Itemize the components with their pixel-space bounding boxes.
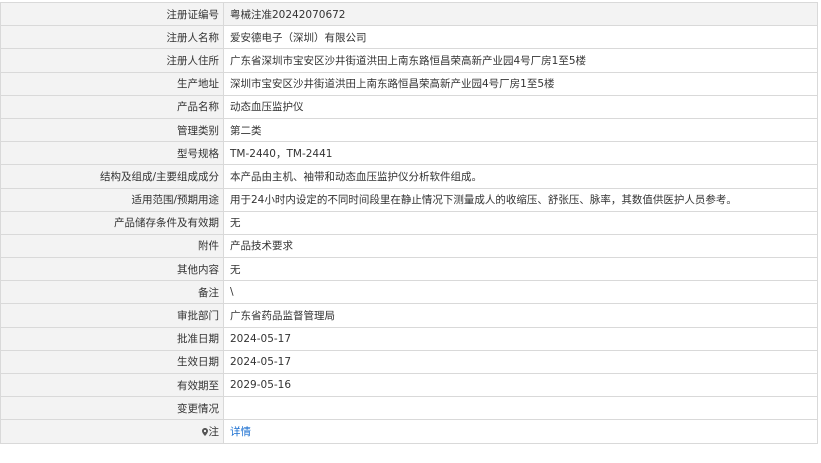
details-link[interactable]: 详情: [230, 426, 251, 438]
field-label: 管理类别: [0, 117, 224, 143]
table-row: 备注 \: [0, 280, 818, 305]
note-value-cell: 详情: [223, 419, 818, 444]
table-row: 注册人住所 广东省深圳市宝安区沙井街道洪田上南东路恒昌荣高新产业园4号厂房1至5…: [0, 48, 818, 73]
table-row: 注册人名称 爱安德电子（深圳）有限公司: [0, 25, 818, 50]
table-row: 产品名称 动态血压监护仪: [0, 94, 818, 119]
field-label: 产品储存条件及有效期: [0, 210, 224, 235]
table-row: 适用范围/预期用途 用于24小时内设定的不同时间段里在静止情况下测量成人的收缩压…: [0, 187, 818, 212]
field-label: 注册人住所: [0, 48, 224, 73]
effective-date-value: 2024-05-17: [223, 349, 818, 375]
registrant-address-value: 广东省深圳市宝安区沙井街道洪田上南东路恒昌荣高新产业园4号厂房1至5楼: [223, 48, 818, 73]
registration-detail-table: 注册证编号 粤械注准20242070672 注册人名称 爱安德电子（深圳）有限公…: [0, 1, 818, 444]
field-label: 有效期至: [0, 372, 224, 398]
model-spec-value: TM-2440，TM-2441: [223, 141, 818, 166]
field-label: 附件: [0, 233, 224, 259]
field-label: 批准日期: [0, 326, 224, 351]
valid-until-value: 2029-05-16: [223, 372, 818, 398]
field-label: 生产地址: [0, 71, 224, 96]
attachment-value: 产品技术要求: [223, 233, 818, 259]
production-address-value: 深圳市宝安区沙井街道洪田上南东路恒昌荣高新产业园4号厂房1至5楼: [223, 71, 818, 96]
registration-number-value: 粤械注准20242070672: [223, 1, 818, 27]
table-row: 管理类别 第二类: [0, 117, 818, 143]
field-label: 备注: [0, 280, 224, 305]
table-row: 变更情况: [0, 396, 818, 421]
field-label: 变更情况: [0, 396, 224, 421]
field-label: 结构及组成/主要组成成分: [0, 164, 224, 189]
table-row: 审批部门 广东省药品监督管理局: [0, 303, 818, 328]
table-row: 注册证编号 粤械注准20242070672: [0, 1, 818, 27]
note-label-cell: 注: [0, 419, 224, 444]
table-row: 型号规格 TM-2440，TM-2441: [0, 141, 818, 166]
location-pin-icon: [201, 427, 208, 436]
table-row: 生效日期 2024-05-17: [0, 349, 818, 375]
table-row: 注 详情: [0, 419, 818, 444]
structure-composition-value: 本产品由主机、袖带和动态血压监护仪分析软件组成。: [223, 164, 818, 189]
table-row: 其他内容 无: [0, 257, 818, 282]
storage-validity-value: 无: [223, 210, 818, 235]
product-name-value: 动态血压监护仪: [223, 94, 818, 119]
approval-department-value: 广东省药品监督管理局: [223, 303, 818, 328]
field-label: 审批部门: [0, 303, 224, 328]
table-row: 批准日期 2024-05-17: [0, 326, 818, 351]
remarks-value: \: [223, 280, 818, 305]
other-content-value: 无: [223, 257, 818, 282]
intended-use-value: 用于24小时内设定的不同时间段里在静止情况下测量成人的收缩压、舒张压、脉率，其数…: [223, 187, 818, 212]
management-class-value: 第二类: [223, 117, 818, 143]
table-row: 结构及组成/主要组成成分 本产品由主机、袖带和动态血压监护仪分析软件组成。: [0, 164, 818, 189]
note-label: 注: [208, 425, 220, 438]
field-label: 产品名称: [0, 94, 224, 119]
field-label: 适用范围/预期用途: [0, 187, 224, 212]
table-row: 生产地址 深圳市宝安区沙井街道洪田上南东路恒昌荣高新产业园4号厂房1至5楼: [0, 71, 818, 96]
table-row: 有效期至 2029-05-16: [0, 372, 818, 398]
field-label: 注册证编号: [0, 1, 224, 27]
approval-date-value: 2024-05-17: [223, 326, 818, 351]
field-label: 其他内容: [0, 257, 224, 282]
field-label: 型号规格: [0, 141, 224, 166]
table-row: 产品储存条件及有效期 无: [0, 210, 818, 235]
registrant-name-value: 爱安德电子（深圳）有限公司: [223, 25, 818, 50]
change-history-value: [223, 396, 818, 421]
field-label: 生效日期: [0, 349, 224, 375]
field-label: 注册人名称: [0, 25, 224, 50]
table-row: 附件 产品技术要求: [0, 233, 818, 259]
